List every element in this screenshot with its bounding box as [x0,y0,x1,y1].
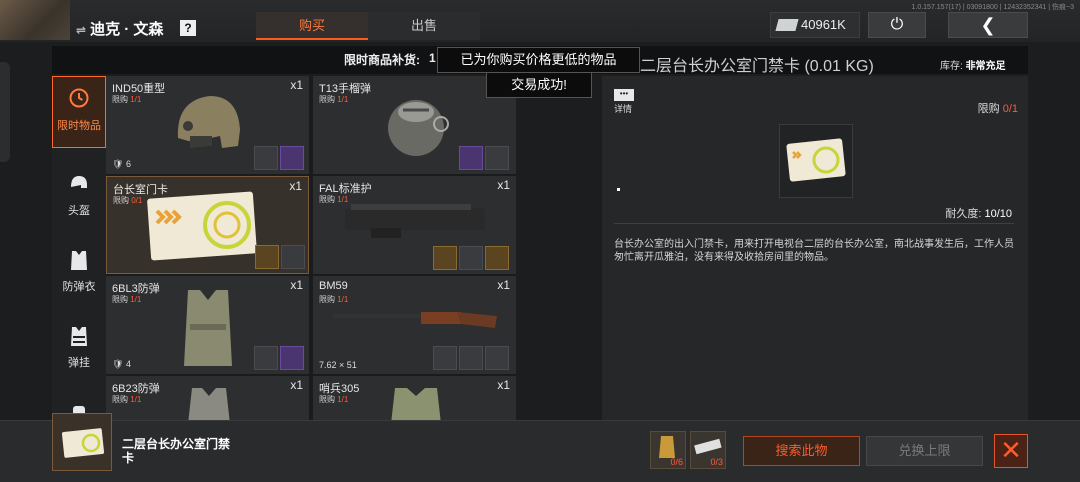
cost-thumb [485,146,509,170]
search-item-button[interactable]: 搜索此物 [743,436,860,466]
rig-icon [68,324,90,348]
exchange-limit-button[interactable]: 兑换上限 [866,436,983,466]
keycard-image [147,191,257,261]
selected-item-thumb [52,413,112,471]
vest-image [391,388,441,420]
toast-cheaper-price: 已为你购买价格更低的物品 [437,47,640,73]
cost-thumb [254,346,278,370]
cost-thumb [281,245,305,269]
cost-slot[interactable]: 0/3 [690,431,726,469]
vest-icon [68,248,90,272]
durability: 耐久度: 10/10 [945,208,1012,220]
avatar[interactable] [0,0,70,40]
cost-thumb [485,346,509,370]
category-rig[interactable]: 弹挂 [52,314,106,386]
grenade-image [388,100,449,156]
cost-thumb [485,246,509,270]
help-button[interactable]: ? [180,20,196,36]
divider [614,223,1014,224]
version-text: 1.0.157.157(17) | 03091800 | 12432352341… [911,4,1074,11]
detail-title: 二层台长办公室门禁卡 (0.01 KG) [640,58,874,75]
shield-icon: 🛡 [112,159,124,169]
cost-thumb [459,146,483,170]
selected-item-name: 二层台长办公室门禁卡 [122,437,231,465]
category-limited[interactable]: 限时物品 [52,76,106,148]
clock-icon [68,87,90,111]
item-card[interactable]: 6B23防弹 限购 1/1 x1 [106,376,309,420]
cost-thumb [433,246,457,270]
restock-label: 限时商品补货: [344,53,420,67]
rifle-image [333,312,497,328]
category-vest[interactable]: 防弹衣 [52,238,106,310]
vest-image [188,388,230,420]
item-card[interactable]: IND50重型 限购 1/1 x1 🛡 6 [106,76,309,174]
keycard-image [61,428,105,458]
restock-value: 1 [429,51,436,65]
cost-thumb [280,146,304,170]
item-preview [779,124,853,198]
item-grid: IND50重型 限购 1/1 x1 🛡 6 T13手榴弹 限购 1/1 x1 台… [106,76,516,420]
item-card[interactable]: 哨兵305 限购 1/1 x1 [313,376,516,420]
handguard-image [345,204,485,238]
item-card[interactable]: BM59 限购 1/1 x1 7.62 × 51 [313,276,516,374]
banknote-icon [775,19,799,31]
tab-sell[interactable]: 出售 [368,12,480,40]
toast-trade-success: 交易成功! [486,72,592,98]
info-icon[interactable]: ••• [614,89,634,101]
back-button[interactable]: ❮ [948,12,1028,38]
item-card[interactable]: 6BL3防弹 限购 1/1 x1 🛡 4 [106,276,309,374]
cost-thumb [459,246,483,270]
power-button[interactable]: ⏻ [868,12,926,38]
vest-image [184,290,232,366]
category-sidebar: 限时物品 头盔 防弹衣 弹挂 [52,76,106,420]
category-helmet[interactable]: 头盔 [52,162,106,234]
item-description: 台长办公室的出入门禁卡，用来打开电视台二层的台长办公室，南北战事发生后，工作人员… [614,239,1014,263]
tab-buy[interactable]: 购买 [256,12,368,40]
detail-purchase-limit: 限购 0/1 [977,103,1018,115]
player-name: ⇌ 迪克 · 文森 [76,21,164,38]
item-card[interactable]: FAL标准护 限购 1/1 x1 [313,176,516,274]
cost-thumb [280,346,304,370]
info-label: 详情 [614,104,633,114]
indicator-dot [617,188,620,191]
cost-thumb [459,346,483,370]
left-edge-handle [0,62,10,162]
stock-status: 库存: 非常充足 [940,61,1006,72]
helmet-icon [68,172,90,196]
item-card-selected[interactable]: 台长室门卡 限购 0/1 x1 [106,176,309,274]
cost-slot[interactable]: 0/6 [650,431,686,469]
cost-thumb [433,346,457,370]
keycard-image [786,138,846,182]
cost-thumb [255,245,279,269]
shield-icon: 🛡 [112,359,124,369]
helmet-image [177,96,240,148]
close-icon[interactable]: ✕ [994,434,1028,468]
currency-display: 40961K [770,12,860,38]
cost-thumb [254,146,278,170]
